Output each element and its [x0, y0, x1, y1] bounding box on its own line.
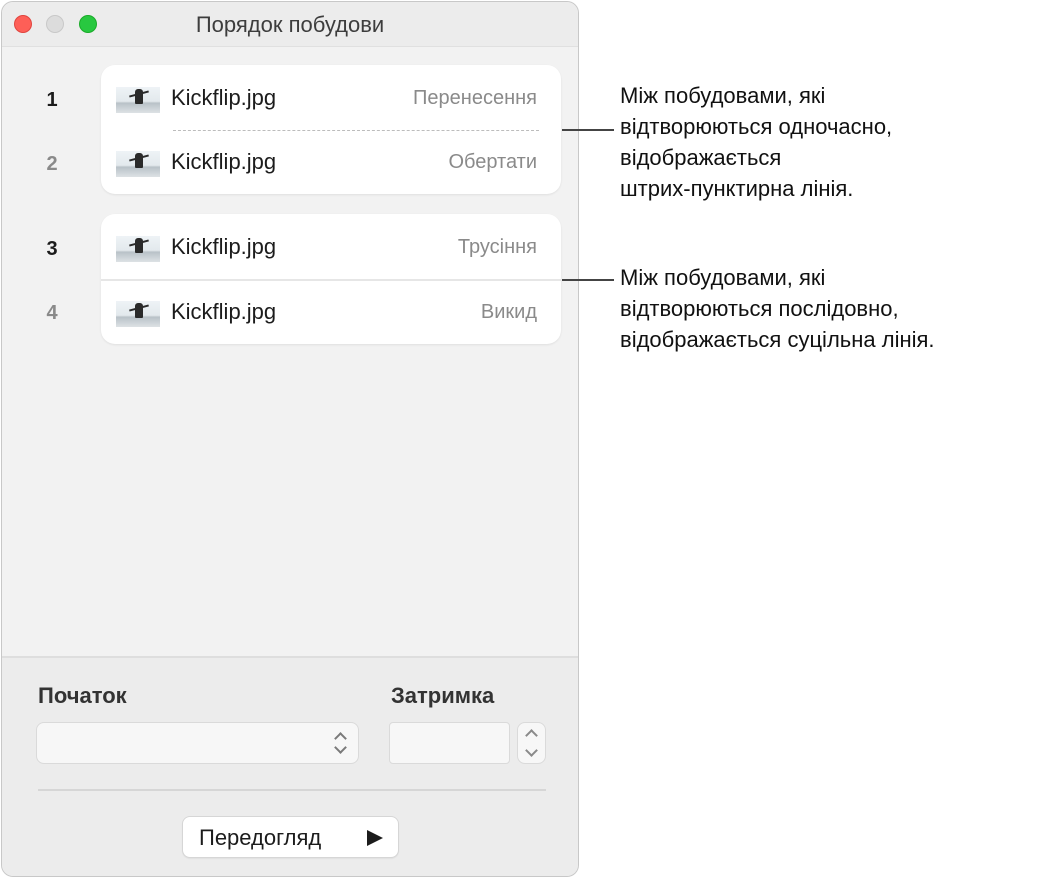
image-thumbnail-icon: [116, 301, 160, 327]
build-controls-panel: Початок Затримка Передогляд: [2, 656, 578, 876]
chevron-up-icon[interactable]: [525, 729, 538, 742]
image-thumbnail-icon: [116, 236, 160, 262]
build-item-4[interactable]: Kickflip.jpg Викид: [101, 287, 561, 337]
delay-stepper[interactable]: [517, 722, 546, 764]
solid-separator: [101, 279, 561, 281]
build-number-3: 3: [46, 238, 58, 260]
build-item-3[interactable]: Kickflip.jpg Трусіння: [101, 222, 561, 272]
build-effect: Викид: [480, 301, 537, 323]
build-effect: Перенесення: [413, 87, 537, 109]
start-label: Початок: [38, 683, 127, 708]
build-group-sequential: Kickflip.jpg Трусіння Kickflip.jpg Викид: [101, 214, 561, 344]
image-thumbnail-icon: [116, 151, 160, 177]
callout-solid-line: Між побудовами, які відтворюються послід…: [620, 262, 1040, 355]
callout-line-text: Між побудовами, які: [620, 265, 826, 290]
callout-line-text: Між побудовами, які: [620, 83, 826, 108]
build-effect: Обертати: [448, 151, 537, 173]
controls-divider: [38, 789, 546, 791]
callout-line-text: відтворюються одночасно,: [620, 114, 893, 139]
build-group-simultaneous: Kickflip.jpg Перенесення Kickflip.jpg Об…: [101, 65, 561, 194]
build-file-name: Kickflip.jpg: [171, 299, 277, 324]
dashed-separator: [173, 130, 539, 131]
preview-button[interactable]: Передогляд: [182, 816, 399, 858]
callout-line-text: відтворюються послідовно,: [620, 296, 899, 321]
callout-pointer-dashed: [562, 129, 614, 131]
image-thumbnail-icon: [116, 87, 160, 113]
build-order-window: Порядок побудови 1 2 3 4 Kickflip.jpg Пе…: [1, 1, 579, 877]
delay-input[interactable]: [389, 722, 510, 764]
build-item-1[interactable]: Kickflip.jpg Перенесення: [101, 73, 561, 123]
callout-line-text: штрих-пунктирна лінія.: [620, 176, 854, 201]
build-list: 1 2 3 4 Kickflip.jpg Перенесення Kickfli…: [2, 46, 578, 657]
callout-pointer-solid: [562, 279, 614, 281]
build-number-4: 4: [46, 302, 58, 324]
title-bar: Порядок побудови: [2, 2, 578, 46]
up-down-chevron-icon: [334, 731, 348, 755]
build-item-2[interactable]: Kickflip.jpg Обертати: [101, 137, 561, 187]
callout-line-text: відображається суцільна лінія.: [620, 327, 935, 352]
build-file-name: Kickflip.jpg: [171, 85, 277, 110]
chevron-down-icon[interactable]: [525, 744, 538, 757]
preview-label: Передогляд: [199, 825, 322, 850]
build-effect: Трусіння: [457, 236, 537, 258]
build-file-name: Kickflip.jpg: [171, 149, 277, 174]
build-number-1: 1: [46, 89, 58, 111]
window-title: Порядок побудови: [195, 12, 385, 37]
build-number-2: 2: [46, 153, 58, 175]
start-select[interactable]: [36, 722, 359, 764]
delay-label: Затримка: [391, 683, 495, 708]
callout-line-text: відображається: [620, 145, 782, 170]
play-icon: [367, 830, 383, 846]
callout-dashed-line: Між побудовами, які відтворюються одноча…: [620, 80, 1040, 204]
build-file-name: Kickflip.jpg: [171, 234, 277, 259]
